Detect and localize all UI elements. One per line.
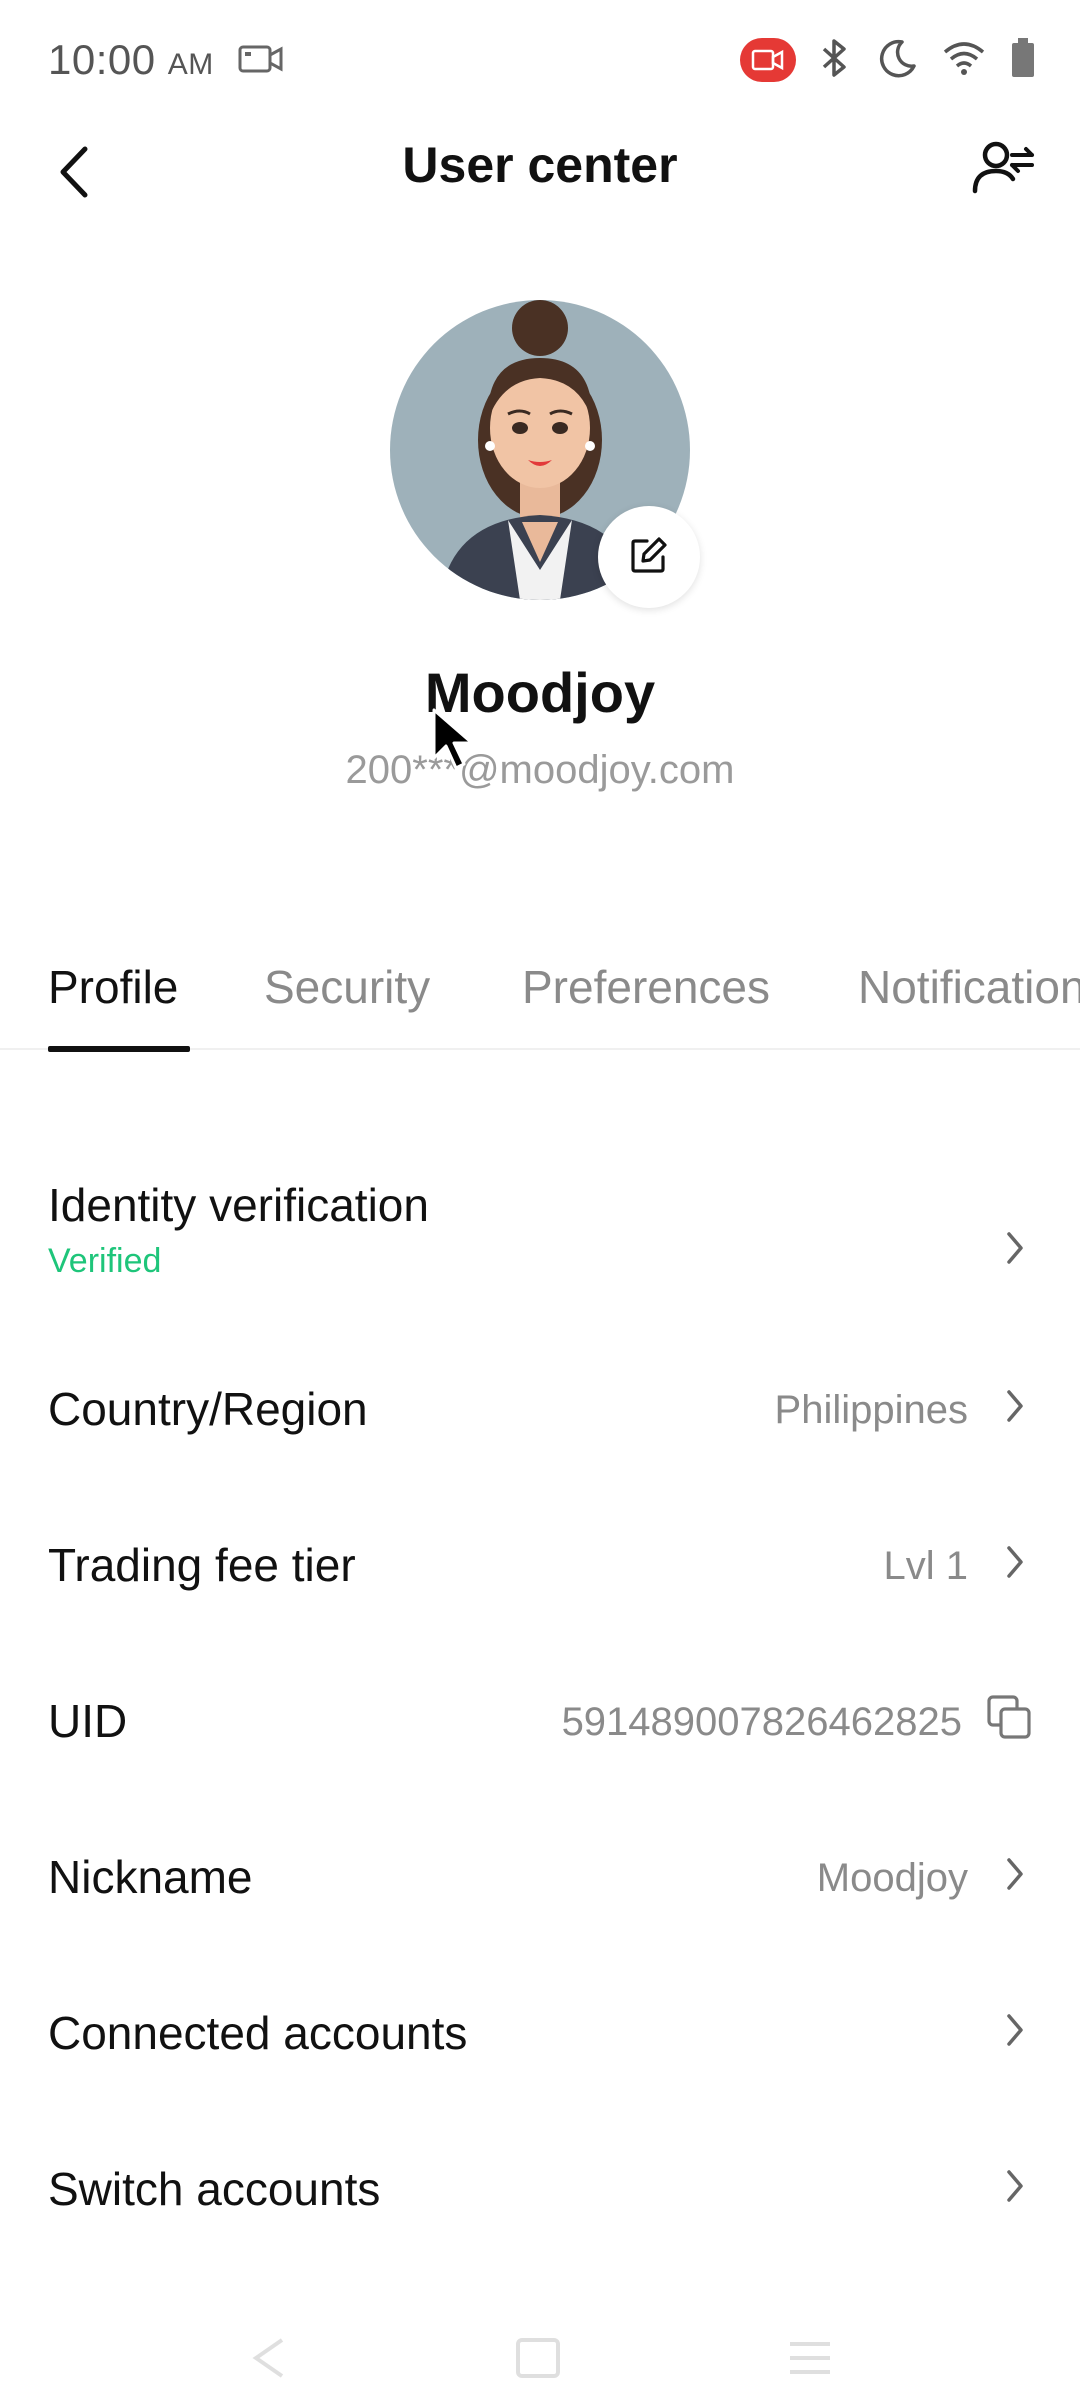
trading-fee-tier-value: Lvl 1 <box>883 1544 969 1588</box>
nickname-row[interactable]: Nickname Moodjoy <box>0 1848 1080 1988</box>
copy-icon <box>985 1693 1033 1746</box>
bluetooth-icon <box>820 37 850 84</box>
moon-icon <box>874 36 918 85</box>
verified-status: Verified <box>48 1242 162 1280</box>
switch-user-icon <box>972 139 1036 202</box>
uid-value: 591489007826462825 <box>561 1700 962 1744</box>
chevron-right-icon <box>1000 1228 1030 1268</box>
identity-verification-label: Identity verification <box>48 1179 429 1231</box>
chevron-right-icon <box>1000 1386 1030 1426</box>
status-time: 10:00 AM <box>48 36 214 84</box>
uid-label: UID <box>48 1695 128 1747</box>
header: User center <box>0 120 1080 270</box>
tab-profile[interactable]: Profile <box>48 960 178 1014</box>
wifi-icon <box>942 40 986 81</box>
display-name: Moodjoy <box>424 661 656 724</box>
tab-security[interactable]: Security <box>264 960 430 1014</box>
tab-preferences[interactable]: Preferences <box>522 960 770 1014</box>
avatar-container <box>390 300 700 608</box>
edit-avatar-button[interactable] <box>598 506 700 608</box>
identity-verification-row[interactable]: Identity verification Verified <box>0 1170 1080 1330</box>
battery-icon <box>1010 37 1036 84</box>
country-region-label: Country/Region <box>48 1383 368 1435</box>
tab-notifications[interactable]: Notifications <box>858 960 1080 1014</box>
switch-accounts-label: Switch accounts <box>48 2163 381 2215</box>
mouse-cursor-icon <box>430 708 478 777</box>
connected-accounts-row[interactable]: Connected accounts <box>0 2004 1080 2144</box>
nickname-label: Nickname <box>48 1851 253 1903</box>
country-region-value: Philippines <box>774 1388 968 1432</box>
account-email: 200***@moodjoy.com <box>345 748 735 792</box>
chevron-right-icon <box>1000 1854 1030 1894</box>
connected-accounts-label: Connected accounts <box>48 2007 468 2059</box>
country-region-row[interactable]: Country/Region Philippines <box>0 1380 1080 1520</box>
uid-row: UID 591489007826462825 <box>0 1692 1080 1832</box>
chevron-right-icon <box>1000 2010 1030 2050</box>
edit-icon <box>629 535 669 580</box>
tab-indicator <box>48 1046 190 1052</box>
video-icon <box>238 44 284 79</box>
page-title: User center <box>402 137 678 193</box>
status-time-ampm: AM <box>167 48 214 81</box>
nickname-value: Moodjoy <box>816 1856 968 1900</box>
status-bar: 10:00 AM <box>0 0 1080 120</box>
trading-fee-tier-row[interactable]: Trading fee tier Lvl 1 <box>0 1536 1080 1676</box>
system-nav-bar <box>0 2320 1080 2400</box>
status-time-value: 10:00 <box>48 36 156 83</box>
screen-record-icon <box>740 38 796 82</box>
tab-bar: Profile Security Preferences Notificatio… <box>0 950 1080 1050</box>
copy-uid-button[interactable] <box>982 1692 1036 1746</box>
switch-accounts-row[interactable]: Switch accounts <box>0 2160 1080 2300</box>
chevron-right-icon <box>1000 2166 1030 2206</box>
switch-user-button[interactable] <box>964 130 1044 210</box>
trading-fee-tier-label: Trading fee tier <box>48 1539 356 1591</box>
chevron-right-icon <box>1000 1542 1030 1582</box>
